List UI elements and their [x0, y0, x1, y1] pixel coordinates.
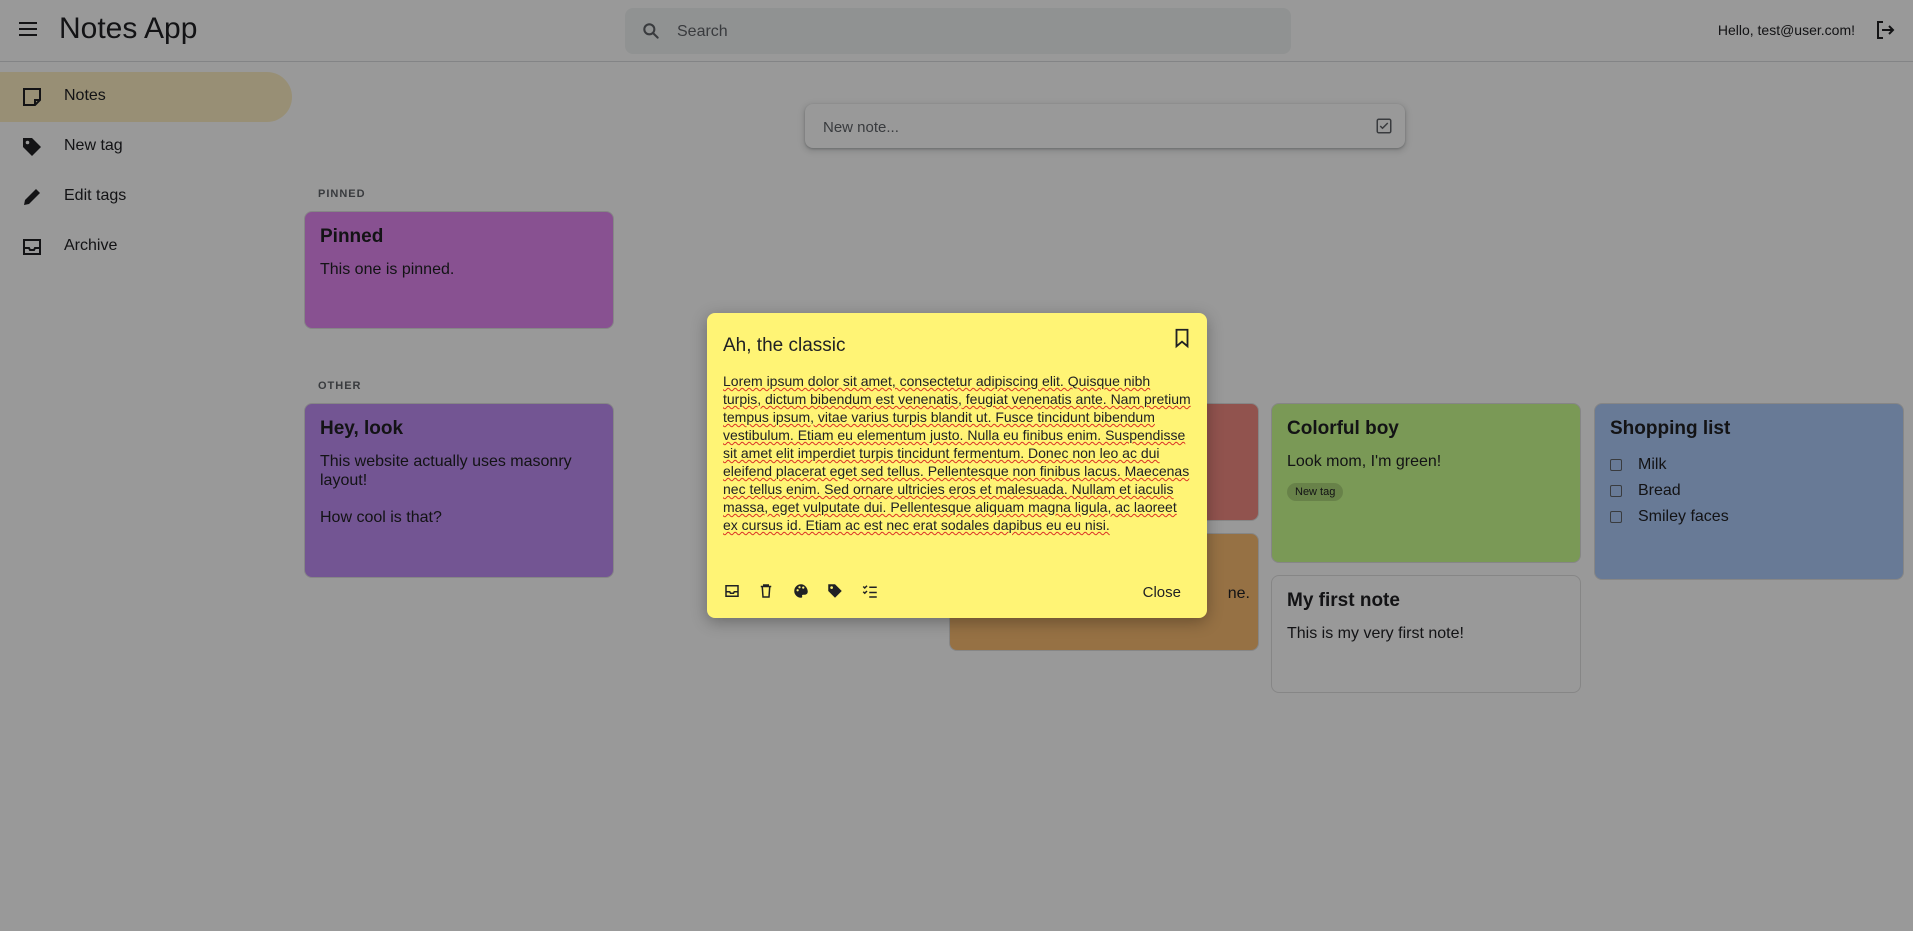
bookmark-icon[interactable]: [1171, 327, 1193, 349]
modal-toolbar: Close: [723, 582, 1191, 604]
note-editor-modal: Ah, the classic Lorem ipsum dolor sit am…: [707, 313, 1207, 618]
palette-icon[interactable]: [792, 582, 810, 600]
modal-note-body[interactable]: Lorem ipsum dolor sit amet, consectetur …: [723, 372, 1191, 534]
modal-note-title[interactable]: Ah, the classic: [723, 335, 1191, 357]
tag-icon[interactable]: [826, 582, 844, 600]
archive-icon[interactable]: [723, 582, 741, 600]
checklist-icon[interactable]: [861, 582, 879, 600]
close-button[interactable]: Close: [1143, 584, 1181, 601]
trash-icon[interactable]: [757, 582, 775, 600]
